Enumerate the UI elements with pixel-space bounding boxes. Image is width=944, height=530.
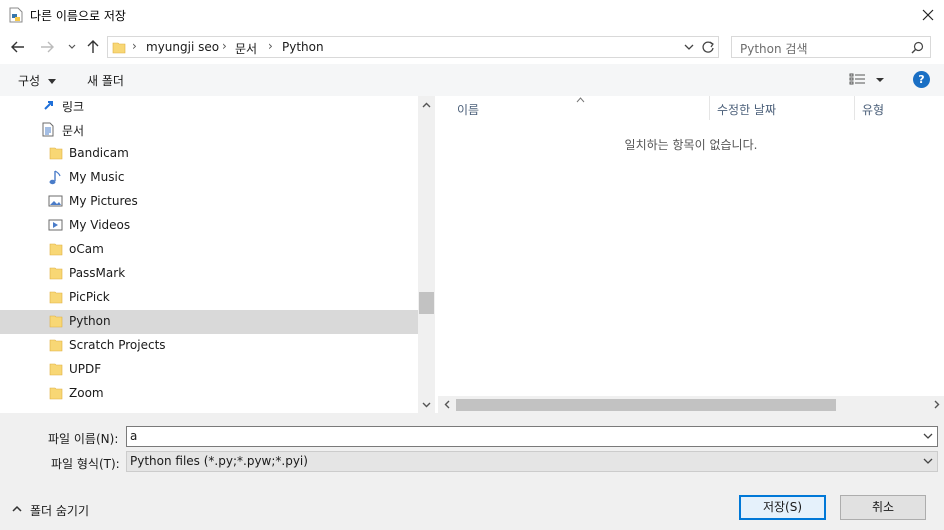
chevron-down-icon	[47, 78, 56, 84]
scrollbar-thumb[interactable]	[456, 399, 836, 411]
filetype-label: 파일 형식(T):	[51, 457, 120, 471]
python-app-icon	[9, 7, 23, 23]
nav-item-updf[interactable]: UPDF	[0, 358, 418, 382]
back-arrow-icon[interactable]	[9, 38, 27, 56]
nav-item-my-music[interactable]: My Music	[0, 166, 418, 190]
help-icon[interactable]: ?	[913, 71, 930, 88]
new-folder-button[interactable]: 새 폴더	[87, 72, 124, 89]
title-bar: 다른 이름으로 저장	[0, 0, 944, 30]
breadcrumb-python[interactable]: Python	[282, 40, 324, 54]
folder-icon	[49, 314, 63, 331]
scroll-up-icon[interactable]	[421, 100, 432, 111]
navigation-pane[interactable]: 링크 문서 Bandicam My Music My Pictures My V…	[0, 96, 418, 413]
music-folder-icon	[48, 170, 62, 189]
search-box[interactable]: Python 검색	[731, 36, 931, 58]
pictures-folder-icon	[48, 194, 63, 211]
breadcrumb-user[interactable]: myungji seo	[146, 40, 219, 54]
details-view-icon	[849, 73, 865, 85]
filename-value: a	[130, 429, 138, 443]
nav-item-passmark[interactable]: PassMark	[0, 262, 418, 286]
nav-item-documents[interactable]: 문서	[0, 118, 418, 142]
nav-item-label: 링크	[62, 100, 85, 114]
nav-item-label: UPDF	[69, 362, 102, 376]
empty-list-message: 일치하는 항목이 없습니다.	[624, 138, 758, 152]
up-arrow-icon[interactable]	[84, 38, 102, 56]
folder-icon	[49, 290, 63, 307]
link-icon	[42, 98, 56, 115]
window-title: 다른 이름으로 저장	[30, 9, 126, 23]
view-options-button[interactable]	[849, 73, 889, 90]
nav-item-label: My Music	[69, 170, 125, 184]
breadcrumb-documents[interactable]: 문서	[235, 40, 257, 57]
videos-folder-icon	[48, 218, 63, 235]
column-header-type[interactable]: 유형	[861, 96, 941, 120]
column-divider[interactable]	[709, 96, 710, 120]
nav-item-my-videos[interactable]: My Videos	[0, 214, 418, 238]
nav-item-scratch-projects[interactable]: Scratch Projects	[0, 334, 418, 358]
save-button[interactable]: 저장(S)	[739, 495, 826, 520]
address-bar[interactable]: › myungji seo › 문서 › Python	[107, 36, 719, 58]
file-list-horizontal-scrollbar[interactable]	[438, 396, 944, 413]
nav-item-label: 문서	[62, 124, 85, 138]
breadcrumb-separator: ›	[268, 39, 273, 53]
scroll-left-icon[interactable]	[442, 399, 452, 413]
folder-icon	[49, 242, 63, 259]
navigation-scrollbar[interactable]	[418, 96, 435, 413]
filename-label: 파일 이름(N):	[48, 432, 119, 446]
search-placeholder: Python 검색	[740, 42, 808, 56]
forward-arrow-icon[interactable]	[38, 38, 56, 56]
close-icon[interactable]	[912, 0, 944, 30]
chevron-up-icon	[12, 505, 22, 512]
refresh-icon[interactable]	[701, 39, 715, 58]
hide-folders-label: 폴더 숨기기	[30, 504, 90, 518]
nav-item-picpick[interactable]: PicPick	[0, 286, 418, 310]
nav-item-bandicam[interactable]: Bandicam	[0, 142, 418, 166]
nav-item-label: PicPick	[69, 290, 110, 304]
filetype-value: Python files (*.py;*.pyw;*.pyi)	[130, 454, 308, 468]
cancel-button[interactable]: 취소	[840, 495, 926, 520]
nav-item-label: Python	[69, 314, 111, 328]
scroll-down-icon[interactable]	[421, 399, 432, 410]
nav-item-links[interactable]: 링크	[0, 96, 418, 118]
breadcrumb-separator: ›	[132, 39, 137, 53]
nav-item-zoom[interactable]: Zoom	[0, 382, 418, 406]
nav-item-ocam[interactable]: oCam	[0, 238, 418, 262]
column-divider[interactable]	[854, 96, 855, 120]
sort-ascending-icon	[576, 92, 585, 106]
organize-label: 구성	[18, 74, 41, 88]
chevron-down-icon[interactable]	[923, 430, 933, 445]
scroll-right-icon[interactable]	[932, 399, 942, 413]
folder-icon	[49, 362, 63, 379]
folder-icon	[49, 338, 63, 355]
breadcrumb-separator: ›	[222, 39, 227, 53]
filename-input[interactable]: a	[126, 426, 938, 447]
nav-item-label: Scratch Projects	[69, 338, 166, 352]
column-header-date-modified[interactable]: 수정한 날짜	[716, 96, 852, 120]
nav-item-label: Bandicam	[69, 146, 129, 160]
address-dropdown-chevron-icon[interactable]	[683, 39, 695, 58]
scrollbar-thumb[interactable]	[419, 292, 434, 314]
nav-item-label: oCam	[69, 242, 104, 256]
search-icon[interactable]	[911, 41, 924, 57]
nav-item-label: PassMark	[69, 266, 126, 280]
nav-item-python[interactable]: Python	[0, 310, 418, 334]
folder-icon	[49, 146, 63, 163]
nav-item-label: My Pictures	[69, 194, 138, 208]
chevron-down-icon[interactable]	[923, 455, 933, 470]
document-icon	[42, 122, 54, 140]
filetype-select[interactable]: Python files (*.py;*.pyw;*.pyi)	[126, 451, 938, 472]
nav-item-label: Zoom	[69, 386, 104, 400]
nav-item-my-pictures[interactable]: My Pictures	[0, 190, 418, 214]
folder-icon	[112, 40, 126, 57]
organize-menu-button[interactable]: 구성	[18, 72, 56, 89]
command-toolbar: 구성 새 폴더 ?	[0, 64, 944, 96]
recent-locations-chevron-icon[interactable]	[63, 38, 81, 56]
nav-item-label: My Videos	[69, 218, 131, 232]
folder-icon	[49, 266, 63, 283]
folder-icon	[49, 386, 63, 403]
